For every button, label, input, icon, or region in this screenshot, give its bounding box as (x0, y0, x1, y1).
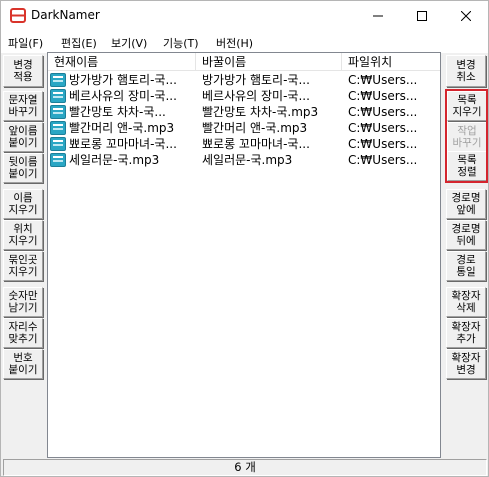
menu-bar: 파일(F) 편집(E) 보기(V) 기능(T) 버전(H) (1, 31, 488, 53)
close-icon (461, 11, 471, 21)
audio-file-icon (50, 137, 66, 151)
keep-numbers-button[interactable]: 숫자만 남기기 (3, 287, 43, 317)
column-new-name[interactable]: 바꿀이름 (196, 53, 342, 71)
file-row[interactable]: 방가방가 햄토리-국... 방가방가 햄토리-국... C:₩Users... (48, 72, 440, 88)
audio-file-icon (50, 153, 66, 167)
highlight-box (445, 89, 488, 183)
menu-version[interactable]: 버전(H) (216, 35, 253, 51)
maximize-icon (417, 11, 427, 21)
file-count: 6 개 (234, 460, 256, 474)
column-location[interactable]: 파일위치 (342, 53, 440, 71)
file-location: C:₩Users... (348, 105, 418, 119)
current-name: 베르사유의 장미-국... (69, 89, 177, 103)
audio-file-icon (50, 73, 66, 87)
column-current-name[interactable]: 현재이름 (48, 53, 196, 71)
current-name: 빨간머리 앤-국.mp3 (69, 121, 175, 135)
file-location: C:₩Users... (348, 121, 418, 135)
undo-changes-button[interactable]: 변경 취소 (446, 55, 486, 87)
minimize-button[interactable] (356, 1, 400, 31)
change-extension-button[interactable]: 확장자 변경 (446, 349, 486, 379)
add-numbering-button[interactable]: 번호 붙이기 (3, 349, 43, 379)
menu-view[interactable]: 보기(V) (111, 35, 147, 51)
file-row[interactable]: 베르사유의 장미-국... 베르사유의 장미-국... C:₩Users... (48, 88, 440, 104)
title-bar[interactable]: DarkNamer (1, 1, 488, 31)
remove-bracketed-button[interactable]: 묶인곳 지우기 (3, 251, 43, 281)
new-name: 뾰로롱 꼬마마녀-국... (202, 137, 310, 151)
new-name: 빨간머리 앤-국.mp3 (202, 121, 308, 135)
darknamer-app-icon (10, 8, 26, 23)
file-location: C:₩Users... (348, 73, 418, 87)
audio-file-icon (50, 105, 66, 119)
maximize-button[interactable] (400, 1, 444, 31)
new-name: 방가방가 햄토리-국... (202, 73, 310, 87)
new-name: 베르사유의 장미-국... (202, 89, 310, 103)
current-name: 방가방가 햄토리-국... (69, 73, 177, 87)
file-row[interactable]: 빨간망토 차차-국... 빨간망토 차차-국.mp3 C:₩Users... (48, 104, 440, 120)
path-prefix-button[interactable]: 경로명 앞에 (446, 189, 486, 219)
current-name: 세일러문-국.mp3 (69, 153, 160, 167)
audio-file-icon (50, 89, 66, 103)
replace-text-button[interactable]: 문자열 바꾸기 (3, 91, 43, 121)
current-name: 빨간망토 차차-국... (69, 105, 166, 119)
file-location: C:₩Users... (348, 89, 418, 103)
new-name: 세일러문-국.mp3 (202, 153, 293, 167)
list-header: 현재이름 바꿀이름 파일위치 (48, 53, 440, 71)
menu-edit[interactable]: 편집(E) (61, 35, 97, 51)
app-window: DarkNamer 파일(F) 편집(E) 보기(V) 기능(T) 버전(H) … (0, 0, 489, 477)
file-row[interactable]: 빨간머리 앤-국.mp3 빨간머리 앤-국.mp3 C:₩Users... (48, 120, 440, 136)
add-prefix-button[interactable]: 앞이름 붙이기 (3, 122, 43, 152)
minimize-icon (373, 15, 383, 17)
window-title: DarkNamer (31, 8, 100, 22)
file-row[interactable]: 세일러문-국.mp3 세일러문-국.mp3 C:₩Users... (48, 152, 440, 168)
file-location: C:₩Users... (348, 137, 418, 151)
menu-function[interactable]: 기능(T) (163, 35, 199, 51)
add-suffix-button[interactable]: 뒷이름 붙이기 (3, 153, 43, 183)
file-list[interactable]: 현재이름 바꿀이름 파일위치 방가방가 햄토리-국... 방가방가 햄토리-국.… (47, 52, 441, 458)
remove-name-button[interactable]: 이름 지우기 (3, 189, 43, 219)
file-row[interactable]: 뾰로롱 꼬마마녀-국... 뾰로롱 꼬마마녀-국... C:₩Users... (48, 136, 440, 152)
delete-extension-button[interactable]: 확장자 삭제 (446, 287, 486, 317)
file-location: C:₩Users... (348, 153, 418, 167)
close-button[interactable] (444, 1, 488, 31)
add-extension-button[interactable]: 확장자 추가 (446, 318, 486, 348)
path-suffix-button[interactable]: 경로명 뒤에 (446, 220, 486, 250)
unify-path-button[interactable]: 경로 통일 (446, 251, 486, 281)
status-bar: 6 개 (3, 459, 487, 476)
pad-digits-button[interactable]: 자리수 맞추기 (3, 318, 43, 348)
new-name: 빨간망토 차차-국.mp3 (202, 105, 319, 119)
apply-changes-button[interactable]: 변경 적용 (3, 55, 43, 87)
current-name: 뾰로롱 꼬마마녀-국... (69, 137, 177, 151)
menu-file[interactable]: 파일(F) (8, 35, 43, 51)
remove-position-button[interactable]: 위치 지우기 (3, 220, 43, 250)
audio-file-icon (50, 121, 66, 135)
